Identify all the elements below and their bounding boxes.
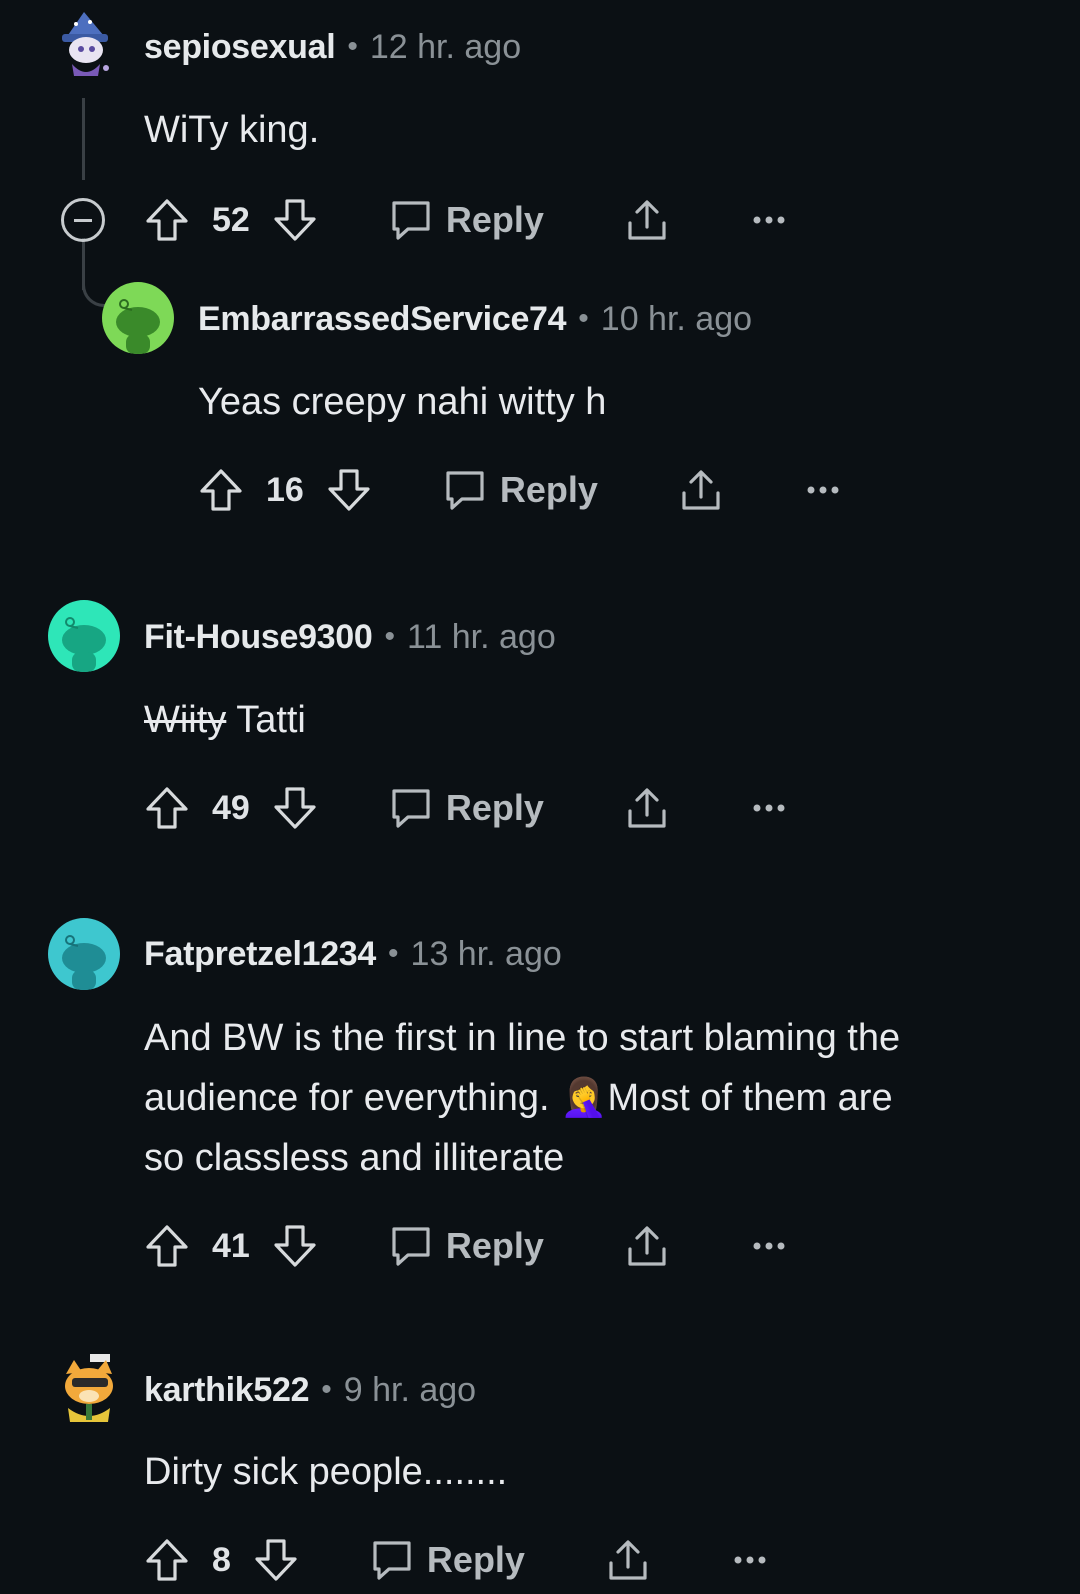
downvote-arrow-icon[interactable] xyxy=(253,1537,299,1583)
separator-dot: • xyxy=(347,30,358,63)
comment-body: Wiity Tatti xyxy=(144,690,306,750)
vote-score: 8 xyxy=(212,1540,231,1579)
comment-thread: sepiosexual • 12 hr. ago WiTy king. 52 R… xyxy=(0,0,1080,1594)
facepalm-emoji-icon: 🤦‍♀️ xyxy=(560,1077,608,1119)
upvote-arrow-icon[interactable] xyxy=(144,1537,190,1583)
separator-dot: • xyxy=(321,1373,332,1406)
share-icon[interactable] xyxy=(678,467,724,513)
reply-button[interactable]: Reply xyxy=(388,197,544,243)
more-options-icon[interactable] xyxy=(806,485,840,495)
struck-text: Wiity xyxy=(144,699,227,741)
reply-button[interactable]: Reply xyxy=(442,467,598,513)
comment-meta: karthik522 • 9 hr. ago xyxy=(144,1370,476,1410)
wizard-avatar-icon[interactable] xyxy=(48,8,120,80)
username[interactable]: sepiosexual xyxy=(144,28,336,67)
downvote-arrow-icon[interactable] xyxy=(272,785,318,831)
comment-actions: 41 Reply xyxy=(144,1216,786,1276)
share-icon[interactable] xyxy=(624,785,670,831)
downvote-arrow-icon[interactable] xyxy=(326,467,372,513)
vote-score: 52 xyxy=(212,200,250,239)
body-text: audience for everything. xyxy=(144,1077,550,1119)
upvote-arrow-icon[interactable] xyxy=(198,467,244,513)
share-icon[interactable] xyxy=(624,197,670,243)
timestamp: 10 hr. ago xyxy=(600,299,753,338)
vote-score: 49 xyxy=(212,788,250,827)
more-options-icon[interactable] xyxy=(733,1555,767,1565)
separator-dot: • xyxy=(384,620,396,653)
body-line: And BW is the first in line to start bla… xyxy=(144,1017,901,1059)
timestamp: 11 hr. ago xyxy=(407,617,556,656)
comment-bubble-icon xyxy=(392,201,430,240)
comment-meta: sepiosexual • 12 hr. ago xyxy=(144,27,521,67)
body-text: Most of them are xyxy=(607,1077,893,1119)
comment-actions: 16 Reply xyxy=(198,460,840,520)
timestamp: 9 hr. ago xyxy=(343,1370,477,1409)
comment-bubble-icon xyxy=(392,789,430,828)
upvote-arrow-icon[interactable] xyxy=(144,197,190,243)
username[interactable]: Fatpretzel1234 xyxy=(144,935,376,974)
more-options-icon[interactable] xyxy=(752,1241,786,1251)
reply-label: Reply xyxy=(445,787,544,828)
username[interactable]: Fit-House9300 xyxy=(144,618,373,657)
snoo-avatar-icon[interactable] xyxy=(102,282,174,354)
reply-label: Reply xyxy=(426,1539,525,1580)
body-line: so classless and illiterate xyxy=(144,1137,565,1179)
upvote-arrow-icon[interactable] xyxy=(144,785,190,831)
username[interactable]: EmbarrassedService74 xyxy=(198,300,567,339)
comment-actions: 49 Reply xyxy=(144,778,786,838)
comment-meta: Fit-House9300 • 11 hr. ago xyxy=(144,617,556,657)
reply-label: Reply xyxy=(445,199,544,240)
minus-icon xyxy=(74,218,92,222)
reply-label: Reply xyxy=(499,469,598,510)
timestamp: 13 hr. ago xyxy=(410,934,562,973)
share-icon[interactable] xyxy=(624,1223,670,1269)
downvote-arrow-icon[interactable] xyxy=(272,197,318,243)
timestamp: 12 hr. ago xyxy=(369,27,522,66)
reply-button[interactable]: Reply xyxy=(388,785,544,831)
comment-body: Dirty sick people........ xyxy=(144,1451,508,1493)
comment-body: Yeas creepy nahi witty h xyxy=(198,381,607,423)
upvote-arrow-icon[interactable] xyxy=(144,1223,190,1269)
body-text: Tatti xyxy=(236,699,306,741)
separator-dot: • xyxy=(388,937,399,970)
comment-actions: 8 Reply xyxy=(144,1530,767,1590)
reply-button[interactable]: Reply xyxy=(388,1223,544,1269)
comment-actions: 52 Reply xyxy=(144,190,786,250)
comment-meta: Fatpretzel1234 • 13 hr. ago xyxy=(144,934,562,974)
collapse-button[interactable] xyxy=(61,198,105,242)
thread-line xyxy=(82,98,85,180)
more-options-icon[interactable] xyxy=(752,803,786,813)
body-line: audience for everything. 🤦‍♀️Most of the… xyxy=(144,1068,1044,1128)
more-options-icon[interactable] xyxy=(752,215,786,225)
comment-body: And BW is the first in line to start bla… xyxy=(144,1008,1044,1188)
username[interactable]: karthik522 xyxy=(144,1371,310,1410)
comment-meta: EmbarrassedService74 • 10 hr. ago xyxy=(198,299,752,339)
comment-bubble-icon xyxy=(392,1227,430,1266)
share-icon[interactable] xyxy=(605,1537,651,1583)
comment-bubble-icon xyxy=(373,1541,411,1580)
downvote-arrow-icon[interactable] xyxy=(272,1223,318,1269)
vote-score: 41 xyxy=(212,1226,250,1265)
separator-dot: • xyxy=(578,302,589,335)
snoo-avatar-icon[interactable] xyxy=(48,600,120,672)
reply-button[interactable]: Reply xyxy=(369,1537,525,1583)
reply-label: Reply xyxy=(445,1225,544,1266)
cat-avatar-icon[interactable] xyxy=(56,1352,128,1424)
snoo-avatar-icon[interactable] xyxy=(48,918,120,990)
thread-connector xyxy=(82,262,109,307)
comment-body: WiTy king. xyxy=(144,109,320,151)
vote-score: 16 xyxy=(266,470,304,509)
comment-bubble-icon xyxy=(446,471,484,510)
